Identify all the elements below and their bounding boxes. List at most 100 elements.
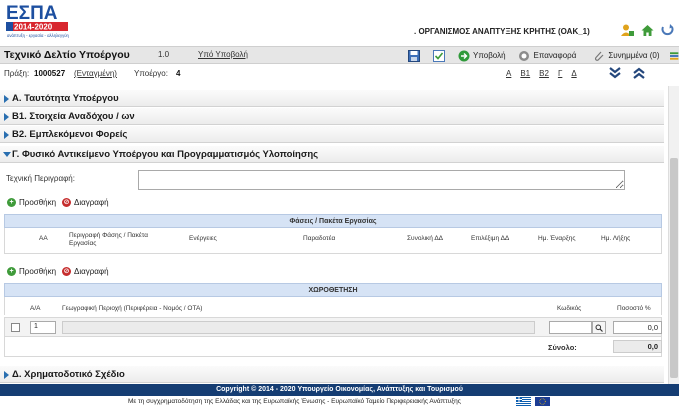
technical-description-label: Τεχνική Περιγραφή: <box>6 174 75 183</box>
add-phase-label: Προσθήκη <box>19 198 57 207</box>
section-jump-links: Α Β1 Β2 Γ Δ <box>506 69 577 78</box>
jump-link-a[interactable]: Α <box>506 69 511 78</box>
column-header: Επιλέξιμη ΔΔ <box>471 235 510 242</box>
column-header: Περιγραφή Φάσης / Πακέτα Εργασίας <box>69 232 149 247</box>
section-d-header[interactable]: Δ. Χρηματοδοτικό Σχέδιο <box>0 366 664 383</box>
jump-link-g[interactable]: Γ <box>558 69 562 78</box>
delete-icon: ⊘ <box>62 198 71 207</box>
section-b2-header[interactable]: Β2. Εμπλεκόμενοι Φορείς <box>0 126 664 143</box>
organization-name: . ΟΡΓΑΝΙΣΜΟΣ ΑΝΑΠΤΥΞΗΣ ΚΡΗΤΗΣ (ΟΑΚ_1) <box>414 27 590 36</box>
save-icon[interactable] <box>407 49 420 62</box>
row-aa-field[interactable]: 1 <box>30 321 56 334</box>
collapsed-arrow-icon <box>4 131 9 139</box>
project-info-row: Πράξη: 1000527 (Ενταγμένη) Υποέργο: 4 Α … <box>0 66 668 82</box>
eu-flag-icon <box>535 397 550 406</box>
total-label: Σύνολο: <box>548 343 577 352</box>
scrollbar-thumb[interactable] <box>670 158 678 378</box>
title-bar: Τεχνικό Δελτίο Υποέργου 1.0 Υπό Υποβολή … <box>0 46 679 64</box>
entagmeni-link[interactable]: (Ενταγμένη) <box>74 69 117 78</box>
copyright-footer: Copyright © 2014 - 2020 Υπουργείο Οικονο… <box>0 384 679 396</box>
add-location-button[interactable]: + Προσθήκη <box>7 267 56 276</box>
attachments-button[interactable]: Συνημμένα (0) <box>592 49 660 62</box>
page-header: ΕΣΠΑ 2014-2020 ανάπτυξη - εργασία - αλλη… <box>0 0 679 46</box>
ypoergo-label: Υποέργο: <box>134 69 168 78</box>
section-b2-title: Β2. Εμπλεκόμενοι Φορείς <box>12 129 128 140</box>
location-grid-columns: Α/Α Γεωγραφική Περιοχή (Περιφέρεια - Νομ… <box>4 297 662 315</box>
row-checkbox[interactable] <box>11 323 20 332</box>
section-g-title: Γ. Φυσικό Αντικείμενο Υποέργου και Προγρ… <box>12 149 319 160</box>
delete-icon: ⊘ <box>62 267 71 276</box>
phases-grid-columns: ΑΑ Περιγραφή Φάσης / Πακέτα Εργασίας Ενέ… <box>4 228 662 254</box>
collapsed-arrow-icon <box>4 371 9 379</box>
section-d-title: Δ. Χρηματοδοτικό Σχέδιο <box>12 369 125 380</box>
area-code-input[interactable] <box>549 321 592 334</box>
column-header: Συνολική ΔΔ <box>407 235 444 242</box>
column-header: Κωδικός <box>557 305 582 312</box>
total-value: 0,0 <box>613 340 662 353</box>
jump-link-d[interactable]: Δ <box>571 69 576 78</box>
submit-button[interactable]: Υποβολή <box>457 49 506 62</box>
plus-icon: + <box>7 267 16 276</box>
search-icon <box>595 324 603 332</box>
location-row: 1 0,0 <box>4 317 662 337</box>
geographic-area-field[interactable] <box>62 321 535 334</box>
column-header: Ποσοστό % <box>617 305 651 312</box>
menu-dropdown-icon[interactable] <box>669 49 679 62</box>
section-g-header[interactable]: Γ. Φυσικό Αντικείμενο Υποέργου και Προγρ… <box>0 146 664 163</box>
column-header: Ημ. Λήξης <box>601 235 631 242</box>
section-b1-title: Β1. Στοιχεία Αναδόχου / ων <box>12 111 135 122</box>
form-content: Α. Ταυτότητα Υποέργου Β1. Στοιχεία Αναδό… <box>0 86 668 384</box>
delete-phase-label: Διαγραφή <box>74 198 109 207</box>
column-header: ΑΑ <box>39 235 48 242</box>
column-header: Ενέργειες <box>189 235 217 242</box>
cofinancing-footer: Με τη συγχρηματοδότηση της Ελλάδας και τ… <box>0 396 679 407</box>
praxi-value: 1000527 <box>34 69 66 78</box>
collapsed-arrow-icon <box>4 95 9 103</box>
add-phase-button[interactable]: + Προσθήκη <box>7 198 56 207</box>
logo-tagline: ανάπτυξη - εργασία - αλληλεγγύη <box>7 33 69 38</box>
delete-location-label: Διαγραφή <box>74 267 109 276</box>
expand-all-icon[interactable] <box>608 66 622 80</box>
greek-flag-icon <box>516 397 531 406</box>
delete-phase-button[interactable]: ⊘ Διαγραφή <box>62 198 109 207</box>
jump-link-b1[interactable]: Β1 <box>520 69 530 78</box>
vertical-scrollbar[interactable] <box>668 86 679 384</box>
jump-link-b2[interactable]: Β2 <box>539 69 549 78</box>
expanded-arrow-icon <box>3 152 11 157</box>
delete-location-button[interactable]: ⊘ Διαγραφή <box>62 267 109 276</box>
collapsed-arrow-icon <box>4 113 9 121</box>
location-total-row: Σύνολο: 0,0 <box>4 337 662 357</box>
toolbar: Υποβολή Επαναφορά Συνημμένα (0) <box>407 49 679 62</box>
add-location-label: Προσθήκη <box>19 267 57 276</box>
location-grid-title: ΧΩΡΟΘΕΤΗΣΗ <box>4 283 662 297</box>
section-a-header[interactable]: Α. Ταυτότητα Υποέργου <box>0 90 664 107</box>
arrow-right-circle-icon <box>457 49 470 62</box>
logo-years: 2014-2020 <box>14 23 53 32</box>
ypoergo-value: 4 <box>176 69 181 78</box>
restore-button[interactable]: Επαναφορά <box>518 49 577 62</box>
percent-input[interactable]: 0,0 <box>613 321 662 334</box>
technical-description-input[interactable] <box>138 170 625 190</box>
column-header: Ημ. Έναρξης <box>538 235 576 242</box>
restore-label: Επαναφορά <box>533 51 577 60</box>
version-number: 1.0 <box>158 50 170 59</box>
submission-status-link[interactable]: Υπό Υποβολή <box>198 50 248 59</box>
section-b1-header[interactable]: Β1. Στοιχεία Αναδόχου / ων <box>0 108 664 125</box>
restore-icon <box>518 49 531 62</box>
section-a-title: Α. Ταυτότητα Υποέργου <box>12 93 119 104</box>
column-header: Παραδοτέα <box>303 235 336 242</box>
column-header: Γεωγραφική Περιοχή (Περιφέρεια - Νομός /… <box>62 305 203 312</box>
page-title: Τεχνικό Δελτίο Υποέργου <box>4 49 130 61</box>
user-icon[interactable] <box>620 23 635 38</box>
home-icon[interactable] <box>640 23 655 38</box>
logout-icon[interactable] <box>660 23 675 38</box>
check-document-icon[interactable] <box>432 49 445 62</box>
phases-grid-title: Φάσεις / Πακέτα Εργασίας <box>4 214 662 228</box>
column-header: Α/Α <box>30 305 41 312</box>
collapse-all-icon[interactable] <box>632 66 646 80</box>
plus-icon: + <box>7 198 16 207</box>
search-code-button[interactable] <box>592 321 606 334</box>
submit-label: Υποβολή <box>473 51 506 60</box>
praxi-label: Πράξη: <box>4 69 30 78</box>
paperclip-icon <box>592 49 605 62</box>
